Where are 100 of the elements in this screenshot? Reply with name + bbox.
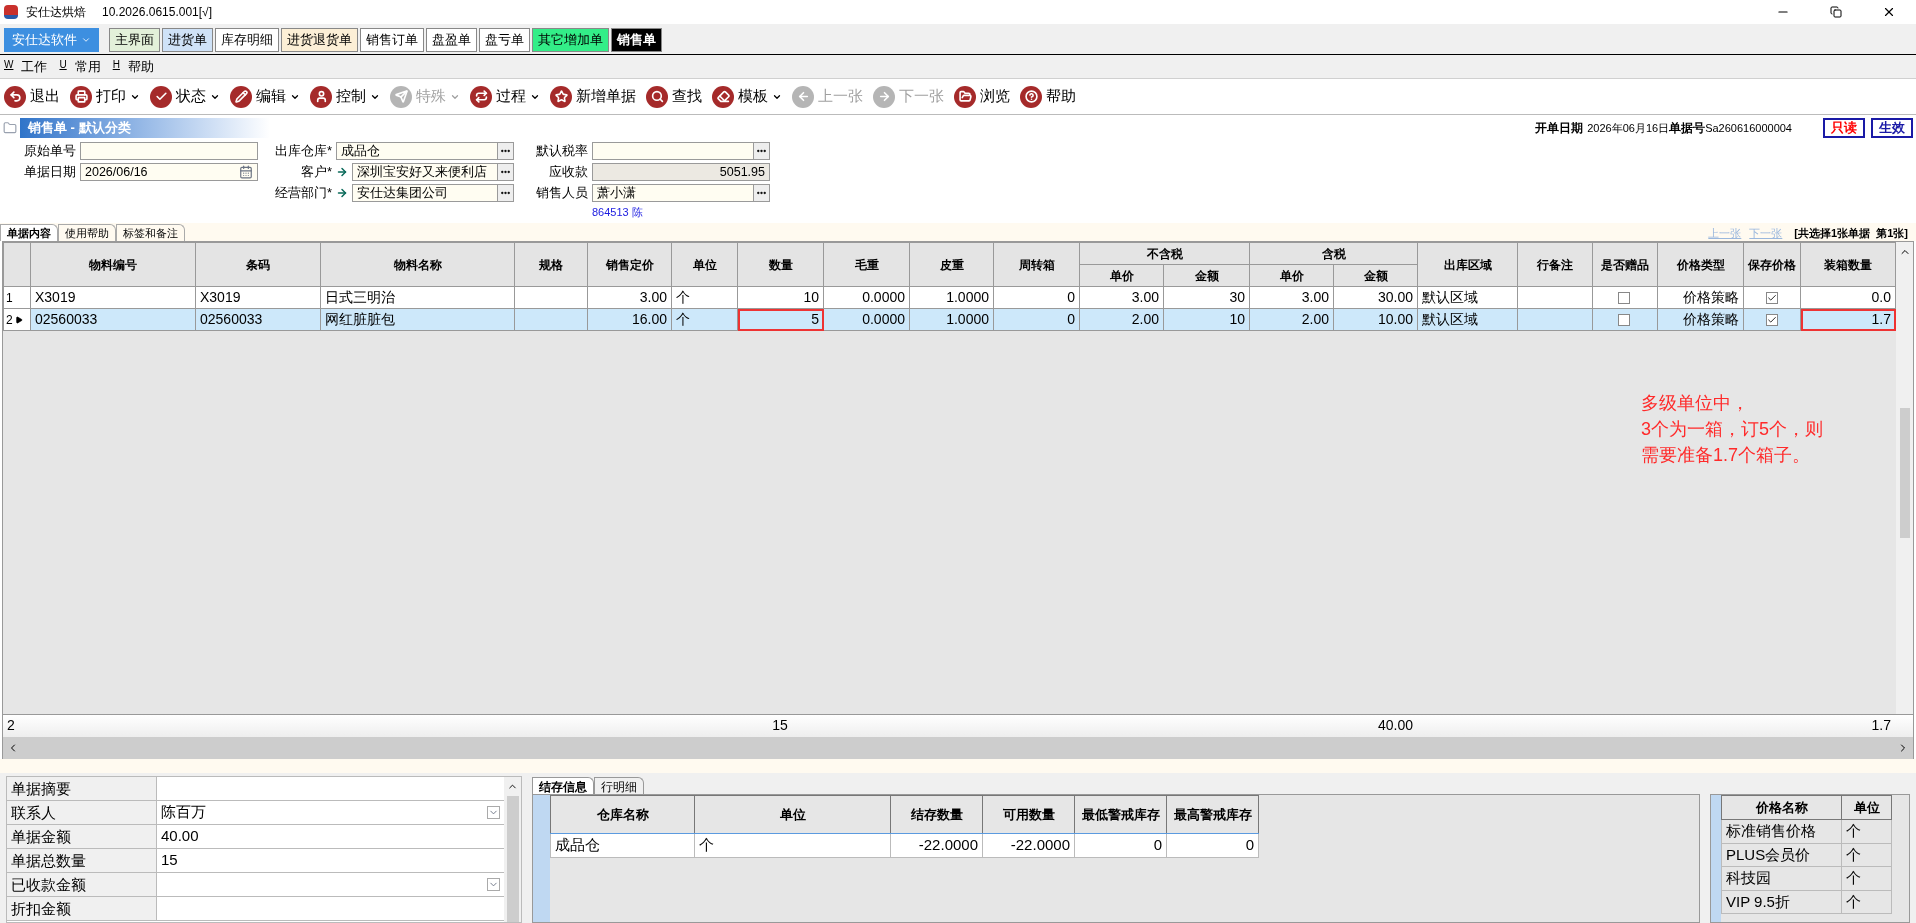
table-cell: 个	[1846, 822, 1861, 839]
toolbar-button[interactable]: 帮助	[1020, 85, 1076, 108]
menu-item[interactable]: H 帮助	[112, 56, 154, 77]
input-field[interactable]: 深圳宝安好又来便利店	[352, 163, 514, 181]
table-cell: 0.0000	[862, 289, 905, 305]
ellipsis-icon[interactable]	[753, 143, 769, 159]
column-header[interactable]: 单位	[671, 242, 738, 287]
document-tab[interactable]: 盘亏单	[479, 28, 530, 52]
column-header[interactable]: 保存价格	[1743, 242, 1801, 287]
vertical-scrollbar[interactable]	[1896, 242, 1913, 714]
vertical-scrollbar[interactable]	[504, 777, 521, 922]
toolbar-button[interactable]: 编辑	[230, 85, 300, 108]
column-header[interactable]: 物料名称	[320, 242, 515, 287]
input-field[interactable]: 2026/06/16	[80, 163, 258, 181]
toolbar-button[interactable]: 浏览	[954, 85, 1010, 108]
table-cell: 02560033	[200, 311, 263, 327]
stock-tab[interactable]: 行明细	[594, 777, 644, 794]
status-badge: 只读	[1823, 118, 1865, 138]
stock-tab[interactable]: 结存信息	[532, 777, 594, 794]
column-header[interactable]: 销售定价	[587, 242, 672, 287]
column-header[interactable]: 价格类型	[1657, 242, 1744, 287]
content-tab[interactable]: 单据内容	[0, 224, 58, 241]
checkbox[interactable]	[1618, 314, 1631, 327]
calendar-icon[interactable]	[239, 165, 253, 179]
toolbar-button[interactable]: 退出	[4, 85, 60, 108]
document-tab[interactable]: 进货单	[162, 28, 213, 52]
document-tab[interactable]: 库存明细	[215, 28, 279, 52]
ellipsis-icon[interactable]	[753, 185, 769, 201]
dropdown-icon[interactable]	[487, 806, 500, 819]
table-cell: 价格策略	[1683, 311, 1739, 327]
table-cell: 个	[676, 311, 690, 327]
toolbar-button[interactable]: 查找	[646, 85, 702, 108]
table-cell: 30	[1229, 289, 1245, 305]
column-header[interactable]: 条码	[195, 242, 321, 287]
toolbar-button[interactable]: 打印	[70, 85, 140, 108]
column-header[interactable]: 装箱数量	[1800, 242, 1896, 287]
column-header[interactable]: 行备注	[1517, 242, 1593, 287]
ellipsis-icon[interactable]	[497, 185, 513, 201]
column-header[interactable]: 皮重	[909, 242, 994, 287]
document-tab[interactable]: 主界面	[109, 28, 160, 52]
menu-item[interactable]: U 常用	[59, 56, 101, 77]
summary-value: 15	[161, 850, 179, 871]
column-header[interactable]: 仓库名称	[550, 795, 695, 834]
column-header[interactable]: 数量	[737, 242, 824, 287]
input-field[interactable]: 成品仓	[336, 142, 514, 160]
checkbox[interactable]	[1766, 314, 1779, 327]
horizontal-scrollbar[interactable]	[2, 737, 1914, 759]
arrow-right-icon	[336, 166, 348, 178]
arrow-right-icon	[336, 187, 348, 199]
input-field[interactable]: 5051.95	[592, 163, 770, 181]
column-header[interactable]: 单位	[694, 795, 891, 834]
ellipsis-icon[interactable]	[497, 143, 513, 159]
content-tab[interactable]: 使用帮助	[58, 224, 116, 241]
dropdown-icon[interactable]	[487, 878, 500, 891]
input-field[interactable]	[80, 142, 258, 160]
column-header[interactable]: 出库区域	[1417, 242, 1518, 287]
column-header[interactable]: 单位	[1841, 795, 1892, 820]
table-cell: 02560033	[35, 311, 98, 327]
column-header[interactable]: 毛重	[823, 242, 910, 287]
row-count: 2	[6, 716, 16, 735]
table-cell: 个	[699, 836, 714, 854]
menu-item[interactable]: W 工作	[4, 56, 48, 77]
input-field[interactable]: 萧小潇	[592, 184, 770, 202]
column-header[interactable]: 规格	[514, 242, 588, 287]
toolbar-button[interactable]: 状态	[150, 85, 220, 108]
checkbox[interactable]	[1618, 292, 1631, 305]
column-header[interactable]: 是否赠品	[1592, 242, 1658, 287]
toolbar-button[interactable]: 控制	[310, 85, 380, 108]
column-header[interactable]: 周转箱	[993, 242, 1080, 287]
field-label: 单据日期	[23, 163, 76, 182]
close-icon[interactable]	[1882, 5, 1896, 19]
column-header[interactable]: 最低警戒库存	[1074, 795, 1167, 834]
document-tab[interactable]: 销售订单	[360, 28, 424, 52]
input-field[interactable]: 安仕达集团公司	[352, 184, 514, 202]
scrollbar-thumb[interactable]	[1899, 408, 1910, 538]
toolbar-button[interactable]: 新增单据	[550, 85, 636, 108]
table-cell: 科技园	[1726, 869, 1771, 886]
table-cell: X3019	[200, 289, 241, 305]
version-label: 10.2026.0615.001[√]	[102, 4, 212, 21]
document-tab[interactable]: 进货退货单	[281, 28, 358, 52]
toolbar-button[interactable]: 模板	[712, 85, 782, 108]
table-cell: 0	[1067, 289, 1075, 305]
checkbox[interactable]	[1766, 292, 1779, 305]
table-cell: 0	[1245, 836, 1254, 854]
ellipsis-icon[interactable]	[497, 164, 513, 180]
document-tab[interactable]: 盘盈单	[426, 28, 477, 52]
column-header[interactable]: 最高警戒库存	[1166, 795, 1259, 834]
column-header[interactable]: 物料编号	[30, 242, 196, 287]
content-tab[interactable]: 标签和备注	[116, 224, 185, 241]
column-header[interactable]: 可用数量	[982, 795, 1075, 834]
input-field[interactable]	[592, 142, 770, 160]
arrow-right-icon	[873, 85, 895, 108]
toolbar-button[interactable]: 过程	[470, 85, 540, 108]
column-header[interactable]: 结存数量	[890, 795, 983, 834]
restore-icon[interactable]	[1830, 6, 1842, 18]
column-header[interactable]: 价格名称	[1721, 795, 1842, 820]
document-tab[interactable]: 其它增加单	[532, 28, 609, 52]
document-tab[interactable]: 销售单	[611, 28, 662, 52]
table-cell: 默认区域	[1422, 289, 1478, 305]
field-label: 原始单号	[23, 142, 76, 161]
